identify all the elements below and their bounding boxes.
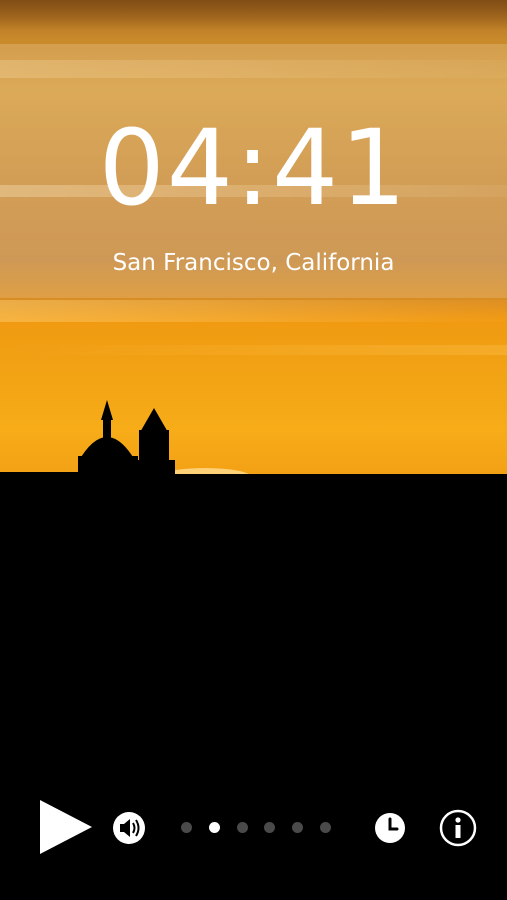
cloud-streak — [0, 0, 507, 30]
info-button[interactable] — [436, 806, 480, 850]
page-dot-5[interactable] — [292, 821, 304, 833]
sound-button[interactable] — [109, 808, 149, 848]
cloud-streak — [0, 300, 507, 322]
page-dot-1[interactable] — [181, 821, 192, 833]
page-dot-4[interactable] — [264, 821, 276, 833]
page-indicator — [181, 820, 331, 834]
city-skyline-silhouette — [0, 400, 507, 530]
page-dot-6[interactable] — [319, 821, 331, 833]
clock-time: 04:41 — [98, 107, 409, 229]
info-icon — [439, 809, 477, 847]
lock-screen: 04:41 San Francisco, California — [0, 0, 507, 900]
speaker-icon — [113, 812, 145, 844]
cloud-streak — [0, 345, 507, 355]
clock-location: San Francisco, California — [112, 250, 395, 276]
bottom-controls-bar — [0, 780, 507, 880]
play-button[interactable] — [30, 792, 100, 862]
page-dot-2-active[interactable] — [208, 821, 220, 833]
clock-button[interactable] — [370, 808, 410, 848]
play-icon — [40, 800, 92, 854]
page-dot-3[interactable] — [236, 821, 248, 833]
clock-icon — [375, 813, 405, 843]
